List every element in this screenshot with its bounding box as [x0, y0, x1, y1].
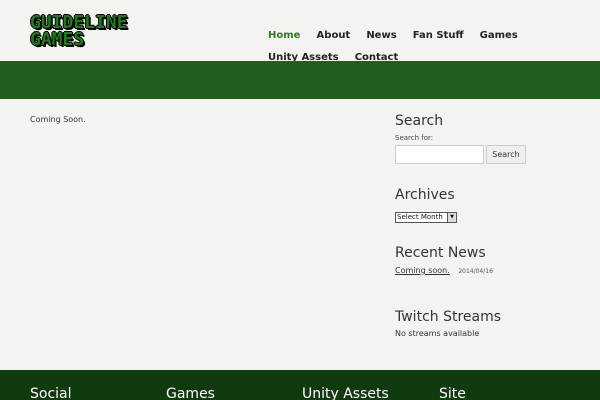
recent-news-title: Recent News — [395, 245, 486, 261]
nav-games[interactable]: Games — [480, 29, 518, 42]
archives-title: Archives — [395, 187, 455, 203]
header-band — [0, 61, 600, 99]
archives-select[interactable]: Select Month ▼ — [395, 212, 457, 223]
nav-news[interactable]: News — [366, 29, 396, 42]
logo-line-2: GAMES — [30, 29, 85, 50]
site-footer: Social Games Unity Assets Site — [0, 370, 600, 400]
footer-heading-games: Games — [166, 386, 215, 400]
footer-heading-site: Site — [439, 386, 466, 400]
news-item-date: 2014/04/16 — [458, 268, 493, 275]
news-item-link[interactable]: Coming soon. — [395, 266, 450, 275]
archives-select-value: Select Month — [397, 213, 443, 221]
news-item: Coming soon. 2014/04/16 — [395, 266, 575, 275]
sidebar: Search Search for: Search Archives Selec… — [395, 112, 575, 338]
footer-heading-social: Social — [30, 386, 72, 400]
site-header: GUIDELINE GAMES Home About News Fan Stuf… — [0, 0, 600, 64]
nav-fan-stuff[interactable]: Fan Stuff — [413, 29, 464, 42]
chevron-down-icon: ▼ — [447, 213, 456, 222]
search-label: Search for: — [395, 134, 434, 142]
search-row: Search — [395, 145, 575, 165]
nav-home[interactable]: Home — [268, 29, 300, 42]
page: GUIDELINE GAMES Home About News Fan Stuf… — [0, 0, 600, 400]
archives-widget: Archives Select Month ▼ — [395, 186, 575, 223]
search-input[interactable] — [395, 145, 484, 164]
search-title: Search — [395, 113, 444, 129]
site-logo[interactable]: GUIDELINE GAMES — [30, 14, 140, 50]
main-content-text: Coming Soon. — [30, 115, 86, 124]
twitch-title: Twitch Streams — [395, 309, 502, 325]
nav-about[interactable]: About — [317, 29, 351, 42]
search-widget: Search Search for: Search — [395, 112, 575, 165]
twitch-widget: Twitch Streams No streams available — [395, 308, 575, 338]
search-button[interactable]: Search — [486, 145, 526, 164]
twitch-status: No streams available — [395, 329, 480, 338]
recent-news-widget: Recent News Coming soon. 2014/04/16 — [395, 244, 575, 275]
footer-heading-unity-assets: Unity Assets — [302, 386, 389, 400]
